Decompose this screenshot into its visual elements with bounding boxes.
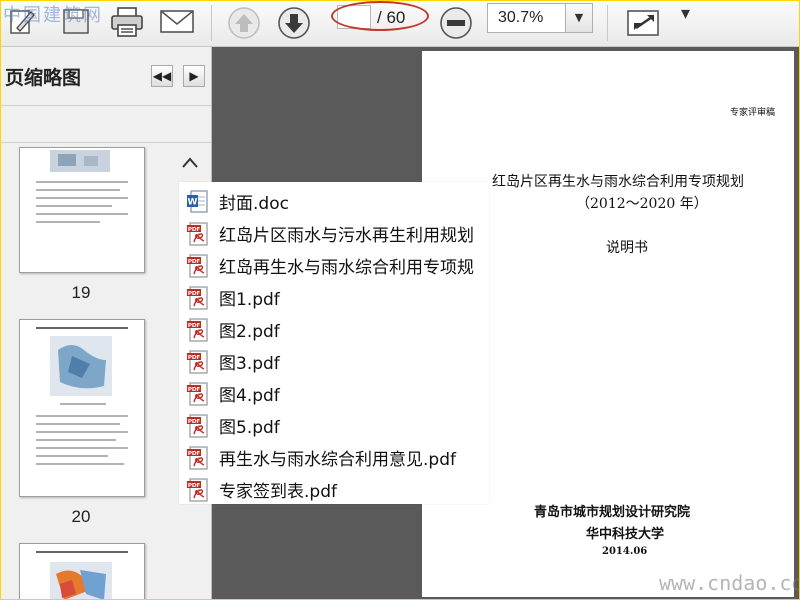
svg-text:PDF: PDF bbox=[188, 323, 201, 329]
thumbnail-page-label: 19 bbox=[71, 283, 91, 302]
page-thumbnail-21[interactable] bbox=[19, 543, 145, 599]
file-name: 再生水与雨水综合利用意见.pdf bbox=[219, 450, 456, 470]
page-number-highlight bbox=[331, 1, 429, 31]
file-list-item[interactable]: PDF 图1.pdf bbox=[187, 282, 487, 312]
organization-2: 华中科技大学 bbox=[586, 527, 665, 542]
file-list-item[interactable]: PDF 图4.pdf bbox=[187, 378, 487, 408]
file-name: 图1.pdf bbox=[219, 290, 280, 310]
document-period: （2012～2020 年） bbox=[576, 196, 708, 212]
file-list-item[interactable]: PDF 专家签到表.pdf bbox=[187, 474, 487, 504]
review-stamp: 专家评审稿 bbox=[730, 108, 776, 118]
file-name: 图4.pdf bbox=[219, 386, 280, 406]
expand-panel-button[interactable]: ▶ bbox=[183, 65, 205, 87]
pdf-icon: PDF bbox=[187, 350, 209, 378]
svg-text:PDF: PDF bbox=[188, 483, 201, 489]
file-list-item[interactable]: PDF 红岛片区雨水与污水再生利用规划 bbox=[187, 218, 487, 248]
page-thumbnail-19[interactable] bbox=[19, 147, 145, 273]
svg-text:PDF: PDF bbox=[188, 259, 201, 265]
zoom-value: 30.7% bbox=[498, 9, 544, 26]
pdf-viewer-window: / 60 30.7% ▼ ▾ 中国建筑网 页缩略图 ◀◀ ▶ 19 20 专家评… bbox=[0, 0, 800, 600]
file-list-item[interactable]: PDF 红岛再生水与雨水综合利用专项规 bbox=[187, 250, 487, 280]
document-title: 红岛片区再生水与雨水综合利用专项规划 bbox=[492, 174, 744, 190]
chevron-down-icon[interactable]: ▼ bbox=[565, 4, 592, 32]
toolbar-separator bbox=[607, 5, 608, 41]
word-doc-icon: W bbox=[187, 190, 209, 218]
thumbnail-preview bbox=[36, 150, 128, 223]
file-name: 红岛片区雨水与污水再生利用规划 bbox=[219, 226, 474, 246]
pdf-icon: PDF bbox=[187, 414, 209, 442]
file-list: W 封面.doc PDF 红岛片区雨水与污水再生利用规划 PDF 红岛再生水与雨水综合利用… bbox=[179, 182, 489, 504]
zoom-out-icon[interactable] bbox=[439, 6, 473, 40]
svg-text:PDF: PDF bbox=[188, 227, 201, 233]
svg-text:PDF: PDF bbox=[188, 451, 201, 457]
pdf-icon: PDF bbox=[187, 286, 209, 314]
thumbnail-preview bbox=[36, 327, 128, 465]
pdf-icon: PDF bbox=[187, 254, 209, 282]
svg-text:PDF: PDF bbox=[188, 419, 201, 425]
zoom-select[interactable]: 30.7% ▼ bbox=[487, 3, 593, 33]
toolbar: / 60 30.7% ▼ ▾ bbox=[1, 1, 799, 47]
divider bbox=[1, 142, 211, 143]
fit-page-icon[interactable] bbox=[625, 6, 661, 38]
file-list-item[interactable]: PDF 图2.pdf bbox=[187, 314, 487, 344]
email-icon[interactable] bbox=[159, 6, 195, 36]
menu-arrow-icon[interactable]: ▾ bbox=[681, 3, 690, 24]
document-subtitle: 说明书 bbox=[606, 240, 648, 256]
pdf-icon: PDF bbox=[187, 318, 209, 346]
pdf-icon: PDF bbox=[187, 222, 209, 250]
thumbnail-page-label: 20 bbox=[71, 507, 91, 526]
file-list-item[interactable]: PDF 图3.pdf bbox=[187, 346, 487, 376]
panel-title: 页缩略图 bbox=[5, 67, 82, 89]
watermark-top: 中国建筑网 bbox=[3, 5, 103, 26]
toolbar-separator bbox=[211, 5, 212, 41]
collapse-panel-button[interactable]: ◀◀ bbox=[151, 65, 173, 87]
watermark-bottom: www.cndao.com bbox=[659, 571, 800, 595]
file-name: 图2.pdf bbox=[219, 322, 280, 342]
page-down-icon[interactable] bbox=[277, 6, 311, 40]
pdf-icon: PDF bbox=[187, 478, 209, 506]
organization-1: 青岛市城市规划设计研究院 bbox=[534, 505, 691, 520]
file-name: 专家签到表.pdf bbox=[219, 482, 337, 502]
print-icon[interactable] bbox=[109, 6, 145, 38]
file-name: 图3.pdf bbox=[219, 354, 280, 374]
svg-text:PDF: PDF bbox=[188, 355, 201, 361]
pdf-icon: PDF bbox=[187, 446, 209, 474]
pdf-icon: PDF bbox=[187, 382, 209, 410]
svg-text:PDF: PDF bbox=[188, 387, 201, 393]
svg-text:W: W bbox=[188, 198, 198, 208]
document-date: 2014.06 bbox=[602, 546, 648, 557]
file-list-item[interactable]: W 封面.doc bbox=[187, 186, 487, 216]
page-thumbnail-20[interactable] bbox=[19, 319, 145, 497]
file-name: 图5.pdf bbox=[219, 418, 280, 438]
page-up-icon[interactable] bbox=[227, 6, 261, 40]
thumbnail-preview bbox=[36, 551, 128, 599]
file-name: 封面.doc bbox=[219, 194, 289, 214]
divider bbox=[1, 105, 211, 106]
svg-text:PDF: PDF bbox=[188, 291, 201, 297]
file-name: 红岛再生水与雨水综合利用专项规 bbox=[219, 258, 474, 278]
file-list-item[interactable]: PDF 图5.pdf bbox=[187, 410, 487, 440]
scroll-up-button[interactable] bbox=[179, 151, 205, 181]
file-list-item[interactable]: PDF 再生水与雨水综合利用意见.pdf bbox=[187, 442, 487, 472]
